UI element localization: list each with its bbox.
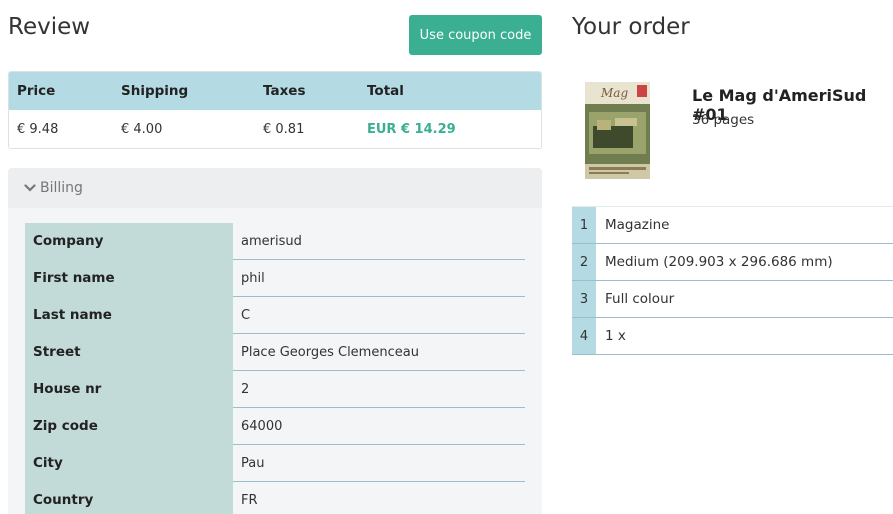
- billing-row: Street Place Georges Clemenceau: [25, 334, 525, 371]
- billing-label: Company: [25, 223, 233, 260]
- taxes-value: € 0.81: [263, 121, 305, 137]
- billing-label: First name: [25, 260, 233, 297]
- billing-label: Country: [25, 482, 233, 514]
- billing-label: City: [25, 445, 233, 482]
- billing-label: Street: [25, 334, 233, 371]
- billing-row: Zip code 64000: [25, 408, 525, 445]
- spec-number: 3: [572, 281, 596, 317]
- spec-text: Magazine: [605, 217, 670, 233]
- billing-row: House nr 2: [25, 371, 525, 408]
- billing-value: C: [241, 307, 251, 323]
- spec-row: 1 Magazine: [572, 207, 893, 244]
- billing-row: City Pau: [25, 445, 525, 482]
- spec-row: 2 Medium (209.903 x 296.686 mm): [572, 244, 893, 281]
- header-taxes: Taxes: [263, 83, 306, 99]
- billing-row: Last name C: [25, 297, 525, 334]
- price-value: € 9.48: [17, 121, 59, 137]
- header-price: Price: [17, 83, 56, 99]
- billing-panel: Billing Company amerisud First name phil L…: [8, 168, 542, 514]
- spec-text: 1 x: [605, 328, 626, 344]
- spec-row: 3 Full colour: [572, 281, 893, 318]
- billing-row: First name phil: [25, 260, 525, 297]
- spec-number: 1: [572, 207, 596, 243]
- order-title: Your order: [572, 14, 690, 40]
- spec-number: 4: [572, 318, 596, 354]
- billing-value: FR: [241, 492, 258, 508]
- billing-row: Company amerisud: [25, 223, 525, 260]
- billing-title: Billing: [40, 180, 83, 196]
- total-value: EUR € 14.29: [367, 121, 456, 137]
- chevron-down-icon: [24, 184, 36, 192]
- order-spec-list: 1 Magazine 2 Medium (209.903 x 296.686 mm)…: [572, 206, 893, 355]
- spec-text: Full colour: [605, 291, 675, 307]
- billing-value: 2: [241, 381, 250, 397]
- review-title: Review: [8, 14, 91, 40]
- price-table-row: € 9.48 € 4.00 € 0.81 EUR € 14.29: [9, 110, 541, 148]
- svg-text:Mag: Mag: [600, 86, 628, 100]
- shipping-value: € 4.00: [121, 121, 163, 137]
- billing-value: amerisud: [241, 233, 302, 249]
- billing-label: House nr: [25, 371, 233, 408]
- header-total: Total: [367, 83, 404, 99]
- billing-value: Pau: [241, 455, 265, 471]
- billing-label: Zip code: [25, 408, 233, 445]
- billing-label: Last name: [25, 297, 233, 334]
- billing-toggle[interactable]: Billing: [8, 168, 542, 208]
- header-shipping: Shipping: [121, 83, 189, 99]
- billing-value: 64000: [241, 418, 283, 434]
- spec-text: Medium (209.903 x 296.686 mm): [605, 254, 833, 270]
- billing-rows: Company amerisud First name phil Last name…: [25, 223, 525, 514]
- billing-value: Place Georges Clemenceau: [241, 344, 419, 360]
- price-table-header: Price Shipping Taxes Total: [9, 72, 541, 110]
- magazine-cover-image: Mag: [585, 82, 650, 179]
- spec-row: 4 1 x: [572, 318, 893, 355]
- use-coupon-button[interactable]: Use coupon code: [409, 15, 542, 55]
- product-pages: 36 pages: [692, 112, 755, 128]
- billing-row: Country FR: [25, 482, 525, 514]
- price-table: Price Shipping Taxes Total € 9.48 € 4.00…: [8, 71, 542, 149]
- billing-value: phil: [241, 270, 265, 286]
- spec-number: 2: [572, 244, 596, 280]
- product-thumbnail: Mag: [585, 82, 650, 179]
